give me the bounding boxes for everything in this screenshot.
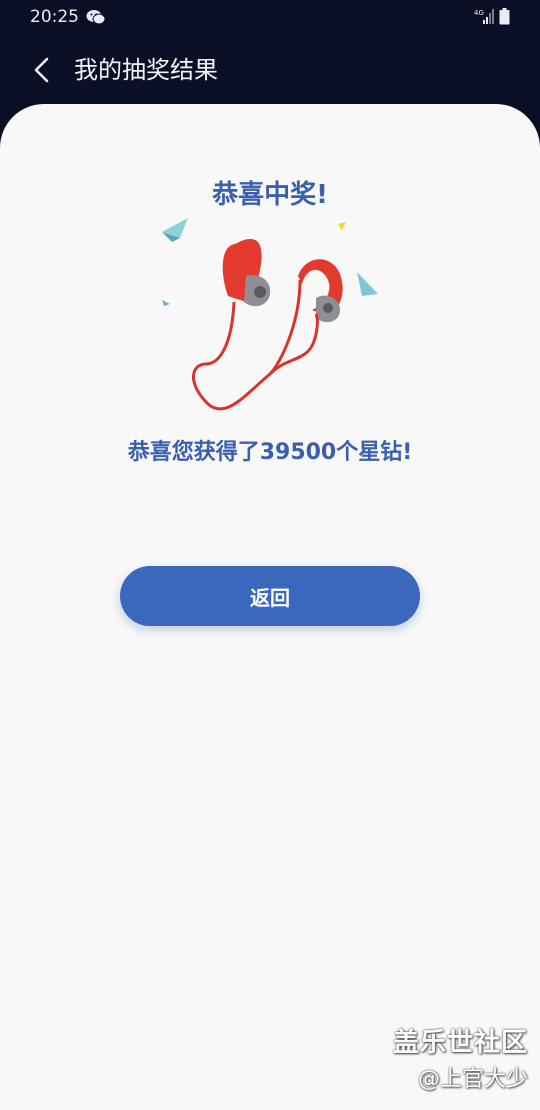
wechat-icon <box>86 10 106 25</box>
confetti-piece <box>357 272 378 296</box>
prize-message: 恭喜您获得了39500个星钻! <box>127 440 413 465</box>
back-button[interactable] <box>22 50 62 90</box>
return-button[interactable]: 返回 <box>120 566 420 626</box>
network-label: 4G <box>474 9 484 17</box>
congrats-title: 恭喜中奖! <box>212 180 328 210</box>
watermark-brand: 盖乐世社区 <box>392 1028 528 1058</box>
back-arrow-icon <box>34 57 49 83</box>
confetti-piece <box>338 222 346 230</box>
watermark-user: @上官大少 <box>417 1067 528 1092</box>
status-time: 20:25 <box>30 7 79 27</box>
status-bar: 20:25 4G <box>0 0 540 34</box>
confetti-piece <box>162 300 170 306</box>
red-earphones-image <box>162 218 378 411</box>
result-card: 恭喜中奖! 恭喜您获得了39500个星钻! 返回 <box>0 104 540 1110</box>
page-title: 我的抽奖结果 <box>74 56 218 84</box>
watermark: 盖乐世社区 @上官大少 <box>393 1022 528 1093</box>
battery-icon <box>499 8 510 25</box>
signal-icon: 4G <box>474 9 494 24</box>
app-bar: 我的抽奖结果 <box>0 34 540 106</box>
